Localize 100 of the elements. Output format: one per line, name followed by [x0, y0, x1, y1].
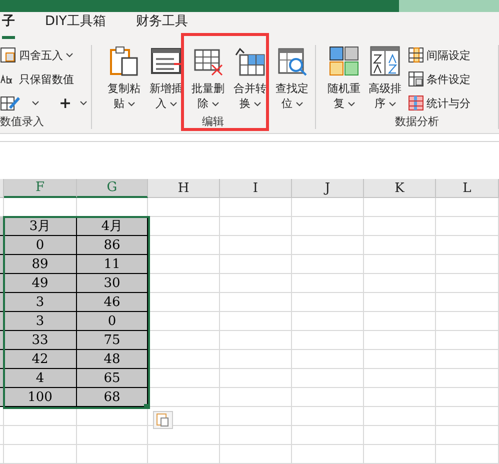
- table-cell: [292, 198, 364, 217]
- table-cell: [364, 198, 436, 217]
- table-cell: [436, 198, 499, 217]
- table-merge-icon: [234, 45, 266, 77]
- ribbon-button[interactable]: 四舍五入: [0, 45, 87, 65]
- table-cell: [148, 312, 220, 331]
- ribbon-button[interactable]: 查找定位: [274, 45, 311, 111]
- group-label: 数值录入: [0, 114, 45, 129]
- table-cell: 100: [4, 388, 77, 407]
- caret-icon: [32, 100, 39, 106]
- table-cell: [220, 426, 292, 445]
- table-cell: 3月: [4, 217, 77, 236]
- column-header[interactable]: G: [77, 179, 148, 198]
- clipboard-icon: [108, 45, 140, 77]
- stats-grid-icon: [408, 95, 424, 111]
- table-cell: 68: [77, 388, 148, 407]
- column-header[interactable]: L: [436, 179, 499, 198]
- table-cell: 46: [77, 293, 148, 312]
- column-header[interactable]: K: [364, 179, 436, 198]
- table-cell: [436, 350, 499, 369]
- ribbon-tab[interactable]: 财务工具: [136, 12, 188, 39]
- table-cell: [292, 274, 364, 293]
- ribbon-button[interactable]: 统计与分: [408, 93, 471, 113]
- search-box[interactable]: [399, 0, 499, 12]
- table-cell: [77, 445, 148, 464]
- table-cell: [364, 388, 436, 407]
- table-cell: [292, 312, 364, 331]
- table-cell: [148, 293, 220, 312]
- table-cell: [292, 407, 364, 426]
- table-cell: [436, 293, 499, 312]
- table-cell: [292, 350, 364, 369]
- table-cell: [220, 369, 292, 388]
- table-cell: [436, 388, 499, 407]
- table-cell: [364, 331, 436, 350]
- table-cell: [220, 293, 292, 312]
- column-header[interactable]: F: [4, 179, 77, 198]
- table-cell: 30: [77, 274, 148, 293]
- column-header[interactable]: H: [148, 179, 220, 198]
- table-cell: [292, 426, 364, 445]
- table-cell: [436, 407, 499, 426]
- table-cell: [148, 426, 220, 445]
- table-cell: [364, 312, 436, 331]
- table-cell: [364, 369, 436, 388]
- table-cell: [220, 312, 292, 331]
- ribbon-button[interactable]: 合并转换: [232, 45, 269, 111]
- group-label: 编辑: [201, 114, 226, 129]
- table-cell: [148, 236, 220, 255]
- ribbon-button[interactable]: 只保留数值: [0, 69, 87, 89]
- table-cell: 48: [77, 350, 148, 369]
- table-cell: 0: [77, 312, 148, 331]
- table-cell: [148, 198, 220, 217]
- table-cell: [292, 445, 364, 464]
- ribbon-button[interactable]: 随机重复: [326, 45, 363, 111]
- table-cell: [436, 274, 499, 293]
- table-cell: [220, 198, 292, 217]
- table-cell: [364, 426, 436, 445]
- table-cell: [292, 217, 364, 236]
- table-cell: [220, 407, 292, 426]
- table-cell: [220, 255, 292, 274]
- table-cell: [364, 255, 436, 274]
- table-cell: 3: [4, 293, 77, 312]
- ribbon-button[interactable]: 批量删除: [190, 45, 227, 111]
- ribbon-button[interactable]: 复制粘贴: [106, 45, 143, 111]
- sort-icon: [369, 45, 402, 77]
- table-cell: 4月: [77, 217, 148, 236]
- ribbon-button[interactable]: 条件设定: [408, 69, 471, 89]
- fill-handle[interactable]: [144, 404, 149, 409]
- table-cell: [436, 445, 499, 464]
- table-cell: 89: [4, 255, 77, 274]
- table-cell: 75: [77, 331, 148, 350]
- table-cell: [220, 388, 292, 407]
- ribbon-button[interactable]: 高级排序: [366, 45, 404, 111]
- paste-options-icon[interactable]: [153, 411, 173, 429]
- ribbon-tab[interactable]: DIY工具箱: [45, 12, 106, 39]
- table-cell: [292, 293, 364, 312]
- table-cell: [436, 426, 499, 445]
- table-cell: [364, 445, 436, 464]
- table-cell: [220, 217, 292, 236]
- plus-button[interactable]: +: [59, 94, 72, 112]
- table-cell: [436, 236, 499, 255]
- table-cell: 11: [77, 255, 148, 274]
- table-cell: [148, 255, 220, 274]
- table-cell: [436, 331, 499, 350]
- table-cell: 49: [4, 274, 77, 293]
- table-cell: 0: [4, 236, 77, 255]
- column-header[interactable]: I: [220, 179, 292, 198]
- table-cell: [292, 236, 364, 255]
- table-cell: [220, 274, 292, 293]
- table-cell: [77, 426, 148, 445]
- ribbon-button[interactable]: 间隔设定: [408, 45, 471, 65]
- table-cell: [148, 388, 220, 407]
- table-cell: [148, 369, 220, 388]
- table-cell: [292, 369, 364, 388]
- table-cell: [220, 350, 292, 369]
- table-cell: [148, 331, 220, 350]
- table-cell: 3: [4, 312, 77, 331]
- table-cell: [364, 407, 436, 426]
- table-cell: [220, 445, 292, 464]
- column-header[interactable]: J: [292, 179, 364, 198]
- table-cell: [148, 217, 220, 236]
